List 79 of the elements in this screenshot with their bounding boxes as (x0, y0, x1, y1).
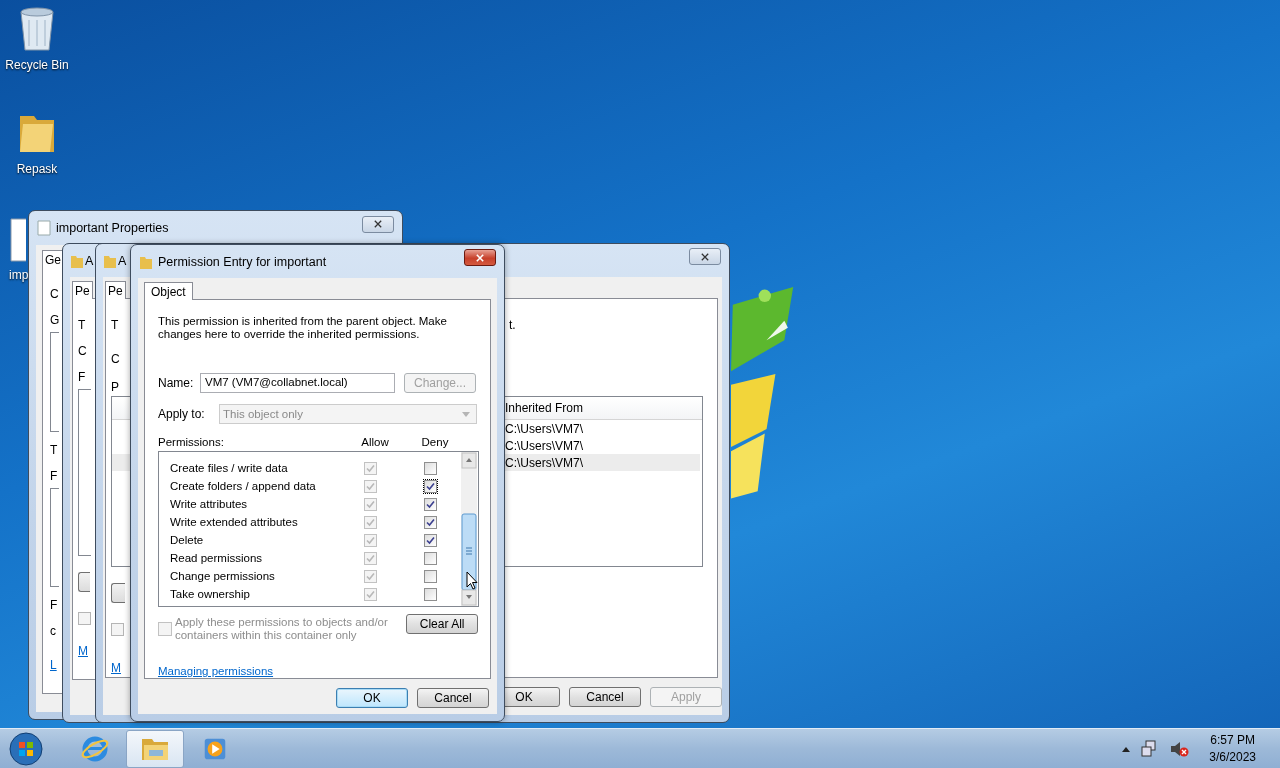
clock-time[interactable]: 6:57 PM (1210, 731, 1255, 749)
scrollbar[interactable] (461, 452, 477, 606)
managing-permissions-link[interactable]: Managing permissions (158, 665, 274, 677)
desktop-icon-label[interactable]: imp (9, 268, 29, 282)
link[interactable]: L (50, 657, 57, 673)
label: F (50, 467, 58, 484)
label: G (50, 312, 60, 328)
permission-name: Create files / write data (170, 461, 288, 475)
list-box[interactable] (78, 389, 91, 556)
desktop-icon-label[interactable]: Repask (16, 162, 58, 176)
clock-date[interactable]: 3/6/2023 (1209, 748, 1256, 766)
permissions-label: Permissions: (158, 436, 225, 448)
label: T (111, 317, 119, 333)
permission-name: Create folders / append data (170, 479, 316, 493)
window-title: A (85, 253, 94, 268)
window-title: A (118, 253, 127, 268)
dialog-button[interactable]: Cancel (417, 688, 489, 708)
checkbox[interactable] (423, 532, 438, 548)
dialog-button[interactable]: OK (336, 688, 408, 708)
button[interactable] (111, 583, 125, 603)
checkbox[interactable] (423, 460, 438, 476)
document-icon[interactable] (10, 218, 26, 262)
label: T (78, 317, 86, 333)
table-cell: C:\Users\VM7\ (505, 455, 583, 470)
label: C (50, 286, 59, 302)
checkbox[interactable] (423, 550, 438, 566)
table-cell: C:\Users\VM7\ (505, 421, 583, 436)
link[interactable]: M (111, 660, 121, 676)
tab[interactable]: Ge (42, 250, 64, 268)
checkbox[interactable] (423, 586, 438, 602)
checkbox[interactable] (423, 568, 438, 584)
recycle-bin-icon[interactable] (17, 6, 57, 52)
permission-name: Write attributes (170, 497, 248, 511)
checkbox-label: Apply these permissions to objects and/or containers within this container only (174, 615, 389, 642)
permission-name: Read permissions (170, 551, 263, 565)
column-header[interactable]: Inherited From (505, 401, 584, 415)
name-field[interactable]: VM7 (VM7@collabnet.local) (200, 373, 395, 393)
checkbox[interactable] (423, 478, 438, 494)
label: T (50, 441, 58, 458)
label: t. (509, 317, 516, 333)
window-title: Permission Entry for important (158, 254, 327, 269)
notice-text: This permission is inherited from the parent object. Make changes here to override the inherited permissions. (158, 315, 448, 341)
checkbox[interactable] (423, 514, 438, 530)
list-box[interactable] (50, 332, 59, 432)
close-button[interactable] (464, 249, 496, 266)
label: F (78, 369, 86, 385)
permission-name: Delete (170, 533, 204, 547)
label: C (111, 351, 120, 367)
permission-name: Write extended attributes (170, 515, 298, 529)
close-icon (373, 220, 383, 228)
caret-icon (462, 411, 470, 417)
tab[interactable]: Pe (72, 281, 93, 299)
link[interactable]: M (78, 643, 88, 659)
close-icon (700, 252, 710, 261)
clear-all-button[interactable]: Clear All (406, 614, 478, 634)
label: F (50, 597, 58, 613)
checkbox[interactable] (423, 496, 438, 512)
close-icon (475, 253, 485, 262)
permission-name: Change permissions (170, 569, 275, 583)
dialog-button[interactable]: Cancel (569, 687, 641, 707)
permission-name: Take ownership (170, 587, 250, 601)
field-label: Apply to: (158, 407, 206, 421)
label: P (111, 379, 119, 395)
column-header: Allow (360, 436, 390, 448)
desktop-icon-label[interactable]: Recycle Bin (5, 58, 69, 72)
document-icon (37, 220, 51, 236)
speaker-icon[interactable] (1169, 739, 1190, 758)
button[interactable] (78, 572, 90, 592)
close-button[interactable] (689, 248, 721, 265)
tab[interactable]: Pe (105, 281, 126, 299)
label: c (50, 623, 56, 639)
window-title: important Properties (56, 221, 169, 235)
label: C (78, 343, 87, 359)
list-box[interactable] (50, 487, 59, 587)
mouse-pointer-icon (466, 571, 478, 590)
column-header: Deny (420, 436, 450, 448)
taskbar-button[interactable] (126, 729, 184, 768)
tab[interactable]: Object (144, 282, 193, 300)
field-label: Name: (158, 376, 195, 390)
